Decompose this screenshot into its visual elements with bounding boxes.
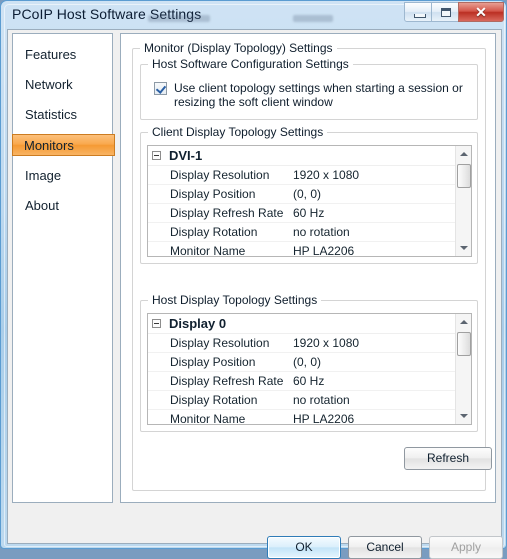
row-value: no rotation: [293, 225, 350, 239]
host-topology-listbox[interactable]: Display 0 Display Resolution 1920 x 1080…: [147, 313, 472, 425]
application-window: PCoIP Host Software Settings ✕ Features …: [0, 0, 507, 559]
table-row: Monitor Name HP LA2206: [148, 410, 455, 424]
title-bar-artifact: [148, 15, 210, 22]
cancel-button[interactable]: Cancel: [348, 536, 422, 559]
sidebar-item-monitors[interactable]: Monitors: [12, 134, 115, 156]
sidebar-item-about[interactable]: About: [14, 195, 113, 217]
scrollbar-thumb[interactable]: [457, 332, 471, 356]
table-row: Display Rotation no rotation: [148, 391, 455, 410]
sidebar-item-image[interactable]: Image: [14, 165, 113, 187]
row-key: Display Resolution: [170, 336, 270, 350]
row-value: no rotation: [293, 393, 350, 407]
client-topology-node-label: DVI-1: [169, 148, 203, 163]
use-client-topology-label: Use client topology settings when starti…: [174, 81, 463, 109]
close-button[interactable]: ✕: [458, 2, 504, 22]
apply-button: Apply: [429, 536, 503, 559]
row-value: HP LA2206: [293, 412, 355, 424]
monitor-settings-title: Monitor (Display Topology) Settings: [140, 41, 337, 55]
table-row: Display Rotation no rotation: [148, 223, 455, 242]
maximize-button[interactable]: [431, 2, 459, 22]
sidebar-item-features[interactable]: Features: [14, 44, 113, 66]
row-key: Display Position: [170, 355, 256, 369]
close-icon: ✕: [475, 4, 487, 20]
host-topology-title: Host Display Topology Settings: [148, 293, 322, 307]
host-topology-node-label: Display 0: [169, 316, 227, 331]
client-topology-node[interactable]: DVI-1: [148, 146, 455, 166]
sidebar-item-network[interactable]: Network: [14, 74, 113, 96]
scroll-down-icon[interactable]: [456, 408, 471, 424]
row-key: Display Refresh Rate: [170, 374, 284, 388]
row-value: 1920 x 1080: [293, 168, 360, 182]
ok-button[interactable]: OK: [267, 536, 341, 559]
collapse-icon[interactable]: [152, 151, 161, 160]
client-topology-scrollbar[interactable]: [455, 146, 471, 256]
row-key: Monitor Name: [170, 244, 246, 256]
host-topology-rows: Display 0 Display Resolution 1920 x 1080…: [148, 314, 455, 424]
row-value: 60 Hz: [293, 206, 325, 220]
maximize-icon: [441, 8, 451, 17]
monitor-settings-group: Monitor (Display Topology) Settings Host…: [132, 41, 492, 491]
table-row: Display Resolution 1920 x 1080: [148, 166, 455, 185]
row-value: 60 Hz: [293, 374, 325, 388]
scroll-down-icon[interactable]: [456, 240, 471, 256]
host-topology-scrollbar[interactable]: [455, 314, 471, 424]
host-config-group: Host Software Configuration Settings Use…: [140, 57, 478, 120]
scroll-up-icon[interactable]: [456, 146, 471, 162]
use-client-topology-row[interactable]: Use client topology settings when starti…: [154, 81, 474, 109]
table-row: Display Refresh Rate 60 Hz: [148, 372, 455, 391]
sidebar-nav: Features Network Statistics Monitors Ima…: [12, 33, 115, 503]
title-bar[interactable]: PCoIP Host Software Settings ✕: [1, 1, 507, 29]
title-bar-artifact: [293, 15, 333, 22]
refresh-button[interactable]: Refresh: [404, 447, 492, 470]
row-value: (0, 0): [293, 355, 322, 369]
row-key: Display Rotation: [170, 225, 258, 239]
table-row: Display Refresh Rate 60 Hz: [148, 204, 455, 223]
host-config-title: Host Software Configuration Settings: [148, 57, 353, 71]
host-topology-node[interactable]: Display 0: [148, 314, 455, 334]
client-topology-title: Client Display Topology Settings: [148, 125, 328, 139]
use-client-topology-checkbox[interactable]: [154, 82, 167, 95]
row-value: HP LA2206: [293, 244, 355, 256]
scroll-up-icon[interactable]: [456, 314, 471, 330]
host-topology-group: Host Display Topology Settings Display 0…: [140, 293, 478, 432]
table-row: Display Position (0, 0): [148, 185, 455, 204]
window-controls: ✕: [404, 2, 504, 22]
client-topology-rows: DVI-1 Display Resolution 1920 x 1080 Dis…: [148, 146, 455, 256]
row-value: (0, 0): [293, 187, 322, 201]
row-value: 1920 x 1080: [293, 336, 360, 350]
client-topology-listbox[interactable]: DVI-1 Display Resolution 1920 x 1080 Dis…: [147, 145, 472, 257]
minimize-icon: [414, 14, 426, 18]
collapse-icon[interactable]: [152, 319, 161, 328]
table-row: Monitor Name HP LA2206: [148, 242, 455, 256]
client-topology-group: Client Display Topology Settings DVI-1 D…: [140, 125, 478, 264]
row-key: Display Refresh Rate: [170, 206, 284, 220]
settings-panel: Monitor (Display Topology) Settings Host…: [120, 33, 496, 503]
row-key: Display Position: [170, 187, 256, 201]
minimize-button[interactable]: [404, 2, 432, 22]
table-row: Display Position (0, 0): [148, 353, 455, 372]
row-key: Display Resolution: [170, 168, 270, 182]
row-key: Monitor Name: [170, 412, 246, 424]
row-key: Display Rotation: [170, 393, 258, 407]
table-row: Display Resolution 1920 x 1080: [148, 334, 455, 353]
sidebar-item-statistics[interactable]: Statistics: [14, 104, 113, 126]
client-area: Features Network Statistics Monitors Ima…: [7, 29, 503, 559]
scrollbar-thumb[interactable]: [457, 164, 471, 188]
